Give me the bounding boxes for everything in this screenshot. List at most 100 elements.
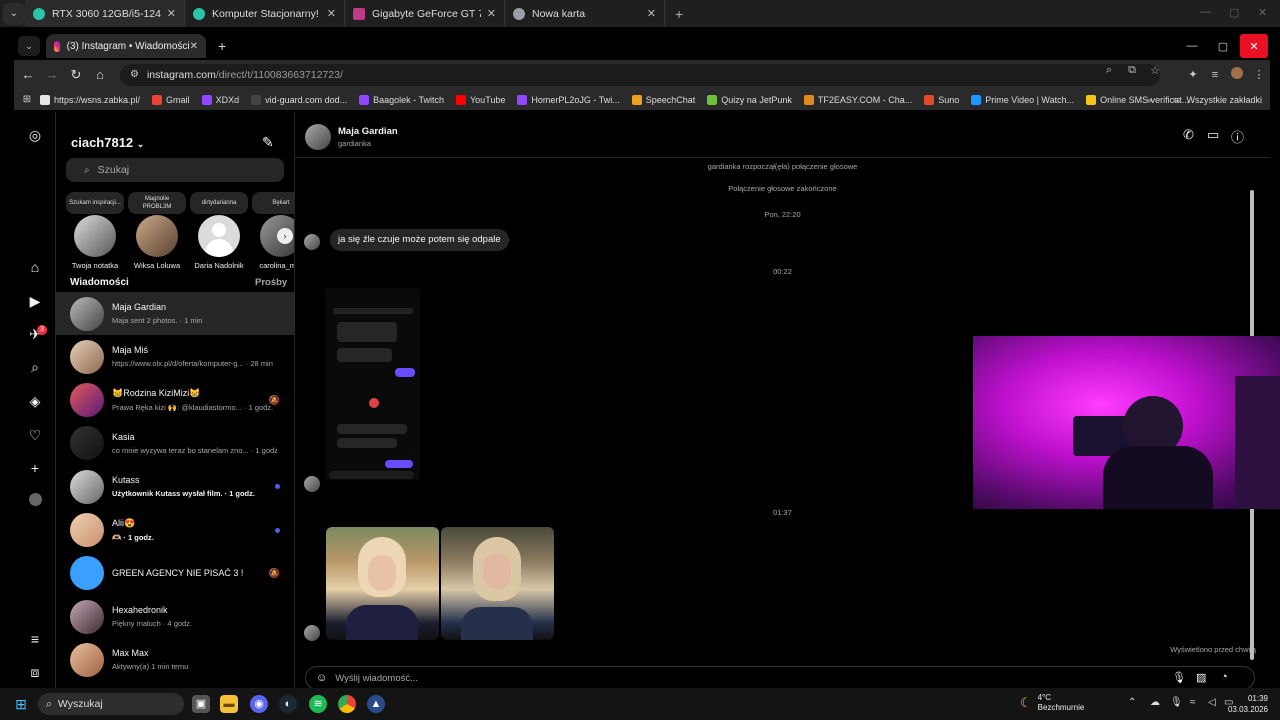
search-icon[interactable]: ⌕ <box>26 358 44 376</box>
instagram-logo-icon[interactable]: ◎ <box>26 126 44 144</box>
video-overlay[interactable] <box>973 336 1280 509</box>
thread-row[interactable]: Max Max Aktywny(a) 1 min temu <box>56 638 294 681</box>
photo-2[interactable] <box>441 527 554 640</box>
tab-search-icon[interactable]: ⌄ <box>3 2 25 25</box>
reels-icon[interactable]: ▶ <box>26 292 44 310</box>
chevron-up-icon[interactable]: ⌃ <box>1128 697 1136 708</box>
spotify-icon[interactable]: ≋ <box>309 695 327 713</box>
more-menu-icon[interactable]: ≡ <box>26 630 44 648</box>
thread-row[interactable]: Kutass Użytkownik Kutass wysłał film. · 1… <box>56 465 294 508</box>
thread-row[interactable]: Alii😍 🫶🏼 · 1 godz. <box>56 509 294 552</box>
forward-icon[interactable]: → <box>40 67 64 82</box>
avatar[interactable] <box>305 124 331 150</box>
note-item[interactable]: Bękart › carolina_mar <box>252 192 294 270</box>
bookmark-item[interactable]: Gmail <box>152 94 190 105</box>
chat-name[interactable]: Maja Gardian <box>338 126 398 137</box>
task-view-icon[interactable]: ▣ <box>192 695 210 713</box>
clock[interactable]: 01:39 03.03.2026 <box>1228 693 1268 715</box>
account-switcher[interactable]: ciach7812 ⌄ <box>71 135 144 150</box>
photo-1[interactable] <box>326 527 439 640</box>
explore-icon[interactable]: ◈ <box>26 392 44 410</box>
thread-row[interactable]: Maja Gardian Maja sent 2 photos. · 1 min <box>56 292 294 335</box>
bookmark-item[interactable]: Suno <box>924 94 959 105</box>
steam-icon[interactable]: ◐ <box>279 695 297 713</box>
outer-tab-2[interactable]: Komputer Stacjonarny! I5 12400 ✕ <box>185 0 345 27</box>
bookmark-item[interactable]: HomerPL2oJG - Twi... <box>517 94 620 105</box>
bookmark-star-icon[interactable]: ☆ <box>1145 64 1165 77</box>
info-icon[interactable]: ⓘ <box>1231 127 1244 146</box>
bookmark-item[interactable]: XDXd <box>201 94 239 105</box>
wifi-icon[interactable]: ≈ <box>1190 697 1196 708</box>
bookmark-item[interactable]: SpeechChat <box>631 94 695 105</box>
message-input[interactable]: ☺ Wyślij wiadomość... 🎙 ▨ ◔ <box>305 666 1255 690</box>
chrome-icon[interactable] <box>338 695 356 713</box>
home-icon[interactable]: ⌂ <box>88 67 112 82</box>
apps-icon[interactable]: ⊞ <box>14 94 40 105</box>
windows-start-icon[interactable]: ⊞ <box>12 695 30 713</box>
minimize-icon[interactable]: — <box>1200 6 1211 18</box>
phone-icon[interactable]: ✆ <box>1183 127 1194 143</box>
media-icon[interactable]: ≡ <box>1204 69 1226 81</box>
search-input[interactable]: ⌕ Szukaj <box>66 158 284 182</box>
bookmark-item[interactable]: https://wsns.zabka.pl/ <box>40 94 140 105</box>
new-tab-icon[interactable]: + <box>675 6 683 22</box>
sticker-icon[interactable]: ◔ <box>1221 671 1228 683</box>
close-window-icon[interactable]: ✕ <box>1240 34 1268 58</box>
install-app-icon[interactable]: ⧉ <box>1122 64 1142 77</box>
bookmark-item[interactable]: Prime Video | Watch... <box>971 94 1074 105</box>
app-icon[interactable]: ▲ <box>367 695 385 713</box>
close-tab-icon[interactable]: ✕ <box>327 7 336 20</box>
video-call-icon[interactable]: ▭ <box>1207 127 1219 143</box>
thread-row[interactable]: Hexahedronik Piękny maluch · 4 godz. <box>56 595 294 638</box>
discord-icon[interactable]: ◉ <box>250 695 268 713</box>
back-icon[interactable]: ← <box>16 67 40 82</box>
outer-tab-1[interactable]: RTX 3060 12GB/i5-12400F/16GB ✕ <box>25 0 185 27</box>
minimize-icon[interactable]: — <box>1178 34 1206 58</box>
bookmark-item[interactable]: vid-guard.com dod... <box>251 94 347 105</box>
profile-avatar[interactable] <box>26 492 44 510</box>
file-explorer-icon[interactable]: ▬ <box>220 695 238 713</box>
threads-icon[interactable]: ⧈ <box>26 663 44 681</box>
instagram-tab[interactable]: (3) Instagram • Wiadomości ✕ <box>46 34 206 58</box>
volume-icon[interactable]: ◁ <box>1208 697 1216 708</box>
close-tab-icon[interactable]: ✕ <box>190 41 198 52</box>
image-icon[interactable]: ▨ <box>1196 671 1206 684</box>
screenshot-image[interactable] <box>325 288 420 480</box>
requests-link[interactable]: Prośby <box>255 277 287 288</box>
bookmark-item[interactable]: Quizy na JetPunk <box>707 94 792 105</box>
compose-icon[interactable]: ✎ <box>262 134 274 151</box>
bookmark-item[interactable]: YouTube <box>456 94 505 105</box>
address-input[interactable]: ⚙ instagram.com/direct/t/110083663712723… <box>120 63 1160 86</box>
home-icon[interactable]: ⌂ <box>26 258 44 276</box>
site-info-icon[interactable]: ⚙ <box>130 69 139 80</box>
menu-icon[interactable]: ⋮ <box>1248 68 1270 81</box>
close-tab-icon[interactable]: ✕ <box>167 7 176 20</box>
more-bookmarks-icon[interactable]: » <box>1147 95 1152 105</box>
zoom-icon[interactable]: ⌕ <box>1099 64 1119 77</box>
close-window-icon[interactable]: ✕ <box>1258 6 1267 19</box>
new-tab-icon[interactable]: + <box>218 38 226 54</box>
profile-avatar[interactable] <box>1226 67 1248 82</box>
note-item[interactable]: dirtydarianna Daria Nadolnik <box>190 192 248 270</box>
reload-icon[interactable]: ↻ <box>64 67 88 83</box>
note-item[interactable]: Magnolie PROBL3M Wiksa Loluwa <box>128 192 186 270</box>
thread-row[interactable]: GREEN AGENCY NIE PISAĆ 3 ! 🔕 <box>56 552 294 595</box>
all-bookmarks[interactable]: ▭ Wszystkie zakładki <box>1173 89 1262 110</box>
thread-row[interactable]: 😸Rodzina KiziMizi😸 Prawa Ręka kizi 🙌: @kl… <box>56 379 294 422</box>
thread-row[interactable]: Kasia co mnie wyzywa teraz bo stanelam zn… <box>56 422 294 465</box>
tab-search-icon[interactable]: ⌄ <box>18 36 40 56</box>
bookmark-item[interactable]: TF2EASY.COM - Cha... <box>803 94 912 105</box>
message-bubble[interactable]: ja się źle czuje może potem się odpale <box>330 229 509 251</box>
note-item[interactable]: Szukam inspiracji... Twoja notatka <box>66 192 124 270</box>
emoji-icon[interactable]: ☺ <box>316 672 327 684</box>
close-tab-icon[interactable]: ✕ <box>647 7 656 20</box>
maximize-icon[interactable]: ▢ <box>1209 34 1237 58</box>
maximize-icon[interactable]: ▢ <box>1229 6 1239 19</box>
taskbar-search[interactable]: ⌕ Wyszukaj <box>38 693 184 715</box>
cloud-icon[interactable]: ☁ <box>1150 697 1160 708</box>
heart-icon[interactable]: ♡ <box>26 426 44 444</box>
outer-tab-4[interactable]: Nowa karta ✕ <box>505 0 665 27</box>
microphone-icon[interactable]: 🎙 <box>1170 697 1183 708</box>
close-tab-icon[interactable]: ✕ <box>487 7 496 20</box>
create-icon[interactable]: + <box>26 459 44 477</box>
